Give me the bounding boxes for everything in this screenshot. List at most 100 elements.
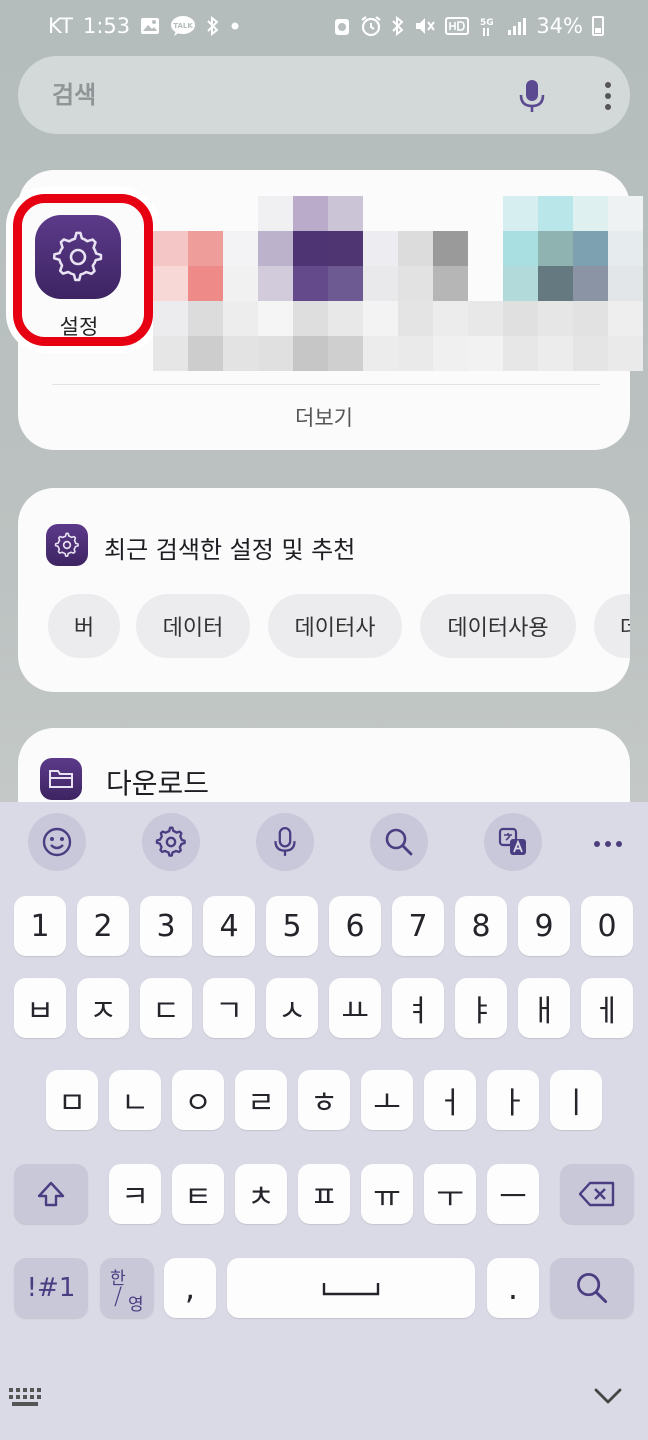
lang-slash: / — [114, 1282, 123, 1310]
key-7[interactable]: 7 — [392, 896, 444, 956]
key-vowel[interactable]: ㅐ — [518, 978, 570, 1038]
key-vowel[interactable]: ㅛ — [329, 978, 381, 1038]
key-consonant[interactable]: ㄱ — [203, 978, 255, 1038]
key-6[interactable]: 6 — [329, 896, 381, 956]
recent-chip[interactable]: 데이터사용 — [420, 594, 576, 658]
key-1[interactable]: 1 — [14, 896, 66, 956]
key-consonant[interactable]: ㅎ — [298, 1070, 350, 1130]
dot-icon — [230, 21, 240, 31]
symbols-key[interactable]: !#1 — [14, 1258, 88, 1318]
lang-english: 영 — [128, 1295, 144, 1315]
search-icon[interactable] — [370, 813, 428, 871]
time: 1:53 — [82, 14, 131, 38]
bluetooth-icon — [206, 16, 220, 36]
key-consonant[interactable]: ㅊ — [235, 1164, 287, 1224]
backspace-icon — [578, 1181, 615, 1207]
recent-chip[interactable]: 데 — [594, 594, 630, 658]
key-vowel[interactable]: ㅠ — [361, 1164, 413, 1224]
hd-icon — [445, 17, 470, 35]
more-horizontal-icon[interactable] — [584, 826, 632, 862]
carrier: KT — [48, 14, 73, 38]
recent-settings-card: 최근 검색한 설정 및 추천 버 데이터 데이터사 데이터사용 데 — [18, 488, 630, 692]
folder-icon — [40, 758, 82, 800]
app-label: 설정 — [59, 315, 99, 339]
bluetooth-icon — [391, 16, 405, 36]
language-key[interactable]: 한 / 영 — [100, 1258, 154, 1318]
signal-icon — [507, 16, 527, 36]
gallery-icon — [140, 17, 160, 35]
key-3[interactable]: 3 — [140, 896, 192, 956]
key-consonant[interactable]: ㅇ — [172, 1070, 224, 1130]
key-vowel[interactable]: ㅓ — [424, 1070, 476, 1130]
shift-icon — [37, 1181, 65, 1207]
more-vertical-icon[interactable] — [592, 76, 624, 116]
search-input[interactable] — [52, 74, 492, 116]
recent-chip[interactable]: 데이터사 — [268, 594, 402, 658]
settings-icon[interactable] — [142, 813, 200, 871]
search-key[interactable] — [550, 1258, 634, 1318]
backspace-key[interactable] — [560, 1164, 634, 1224]
space-icon — [322, 1283, 380, 1296]
key-9[interactable]: 9 — [518, 896, 570, 956]
recent-chips: 버 데이터 데이터사 데이터사용 데 — [48, 594, 630, 658]
more-button[interactable]: 더보기 — [18, 402, 630, 432]
mute-icon — [414, 16, 436, 36]
key-vowel[interactable]: ㅜ — [424, 1164, 476, 1224]
key-8[interactable]: 8 — [455, 896, 507, 956]
key-consonant[interactable]: ㅂ — [14, 978, 66, 1038]
key-consonant[interactable]: ㅋ — [109, 1164, 161, 1224]
key-4[interactable]: 4 — [203, 896, 255, 956]
shift-key[interactable] — [14, 1164, 88, 1224]
key-5[interactable]: 5 — [266, 896, 318, 956]
key-vowel[interactable]: ㅏ — [487, 1070, 539, 1130]
comma-key[interactable]: , — [164, 1258, 216, 1318]
mic-icon[interactable] — [512, 76, 552, 116]
recent-settings-title: 최근 검색한 설정 및 추천 — [104, 536, 356, 564]
key-consonant[interactable]: ㅁ — [46, 1070, 98, 1130]
key-consonant[interactable]: ㄹ — [235, 1070, 287, 1130]
keyboard-toolbar — [0, 802, 648, 884]
svg-text:TALK: TALK — [173, 22, 193, 30]
keyboard: 1 2 3 4 5 6 7 8 9 0 ㅂ ㅈ ㄷ ㄱ ㅅ ㅛ ㅕ ㅑ ㅐ ㅔ … — [0, 802, 648, 1440]
download-title: 다운로드 — [106, 767, 210, 800]
battery-icon — [592, 16, 604, 36]
key-vowel[interactable]: ㅔ — [581, 978, 633, 1038]
chevron-down-icon[interactable] — [590, 1382, 626, 1414]
key-consonant[interactable]: ㅈ — [77, 978, 129, 1038]
status-bar: KT 1:53 TALK 5G 34% — [0, 0, 648, 56]
blurred-app-results — [153, 196, 643, 371]
key-vowel[interactable]: ㅣ — [550, 1070, 602, 1130]
space-key[interactable] — [227, 1258, 475, 1318]
key-consonant[interactable]: ㅅ — [266, 978, 318, 1038]
key-consonant[interactable]: ㄷ — [140, 978, 192, 1038]
talk-icon: TALK — [170, 15, 196, 37]
mic-icon[interactable] — [256, 813, 314, 871]
settings-gear-icon — [35, 215, 121, 299]
keyboard-grid-icon[interactable] — [8, 1386, 44, 1414]
apps-card: 설정 더보기 — [13, 170, 643, 450]
emoji-icon[interactable] — [28, 813, 86, 871]
key-vowel[interactable]: ㅡ — [487, 1164, 539, 1224]
key-0[interactable]: 0 — [581, 896, 633, 956]
search-icon — [577, 1273, 608, 1304]
divider — [52, 384, 600, 385]
svg-text:5G: 5G — [480, 18, 494, 28]
key-consonant[interactable]: ㅌ — [172, 1164, 224, 1224]
5g-icon: 5G — [478, 15, 498, 37]
battery-percent: 34% — [536, 14, 583, 38]
key-vowel[interactable]: ㅗ — [361, 1070, 413, 1130]
translate-icon[interactable] — [484, 813, 542, 871]
period-key[interactable]: . — [487, 1258, 539, 1318]
recent-chip[interactable]: 버 — [48, 594, 120, 658]
key-2[interactable]: 2 — [77, 896, 129, 956]
key-consonant[interactable]: ㄴ — [109, 1070, 161, 1130]
alarm-clock-icon — [360, 15, 382, 37]
key-vowel[interactable]: ㅑ — [455, 978, 507, 1038]
recent-chip[interactable]: 데이터 — [136, 594, 250, 658]
app-settings[interactable]: 설정 — [13, 194, 153, 346]
alarm-icon — [333, 16, 351, 36]
key-vowel[interactable]: ㅕ — [392, 978, 444, 1038]
key-consonant[interactable]: ㅍ — [298, 1164, 350, 1224]
search-bar — [18, 56, 630, 134]
keyboard-bottom-bar — [0, 1362, 648, 1440]
